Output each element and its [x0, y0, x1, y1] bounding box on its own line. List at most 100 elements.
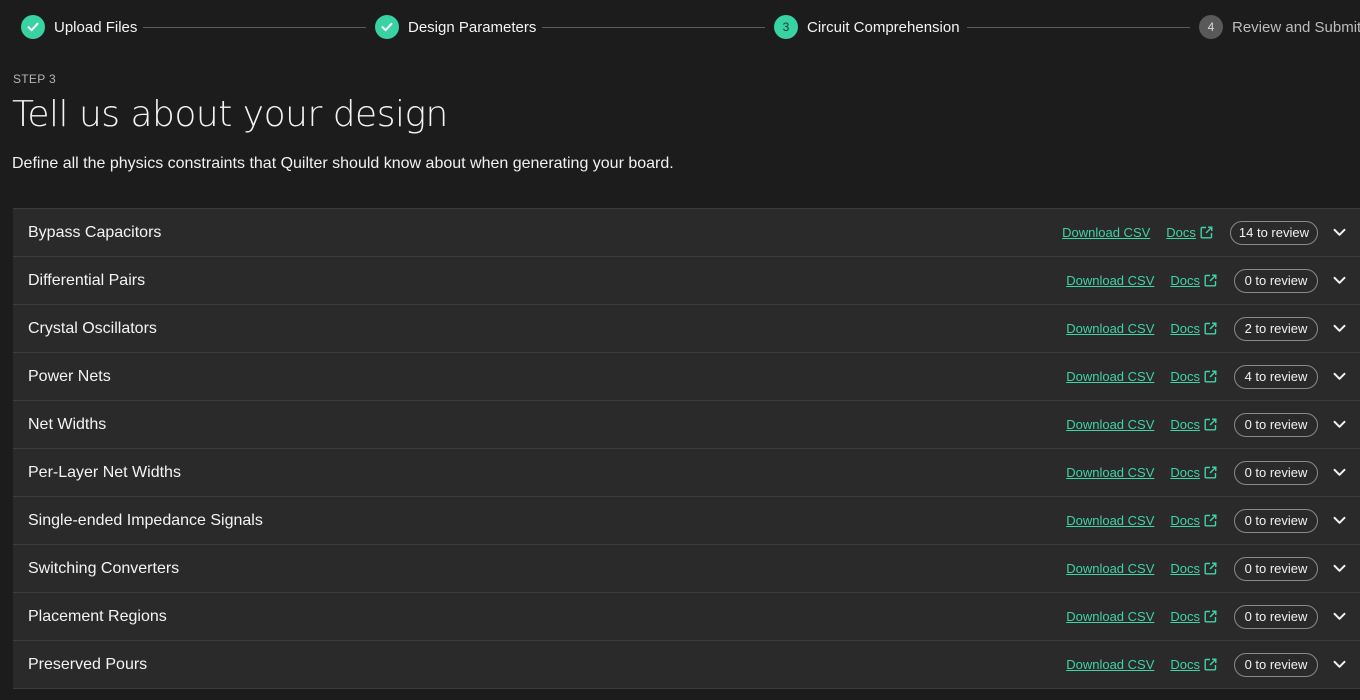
accordion-row[interactable]: Bypass Capacitors Download CSV Docs 14 t…: [13, 209, 1360, 257]
download-csv-link[interactable]: Download CSV: [1066, 561, 1154, 576]
docs-link[interactable]: Docs: [1170, 321, 1217, 336]
chevron-down-icon[interactable]: [1332, 418, 1346, 432]
row-actions: Download CSV Docs 0 to review: [1066, 545, 1346, 592]
step-design-parameters[interactable]: Design Parameters: [375, 14, 536, 40]
download-csv-link[interactable]: Download CSV: [1062, 225, 1150, 240]
accordion-row[interactable]: Single-ended Impedance Signals Download …: [13, 497, 1360, 545]
step-label: Upload Files: [54, 18, 138, 36]
chevron-down-icon[interactable]: [1332, 322, 1346, 336]
row-actions: Download CSV Docs 0 to review: [1066, 497, 1346, 544]
chevron-down-icon[interactable]: [1332, 658, 1346, 672]
docs-link[interactable]: Docs: [1170, 273, 1217, 288]
step-connector: [967, 27, 1190, 28]
review-count-badge: 2 to review: [1234, 316, 1318, 341]
external-link-icon: [1204, 418, 1217, 431]
chevron-down-icon[interactable]: [1332, 226, 1346, 240]
chevron-down-icon[interactable]: [1332, 562, 1346, 576]
review-count-badge: 0 to review: [1234, 460, 1318, 485]
download-csv-link[interactable]: Download CSV: [1066, 609, 1154, 624]
docs-link-label: Docs: [1170, 561, 1200, 576]
accordion-row[interactable]: Net Widths Download CSV Docs 0 to review: [13, 401, 1360, 449]
external-link-icon: [1204, 466, 1217, 479]
accordion-row-title: Differential Pairs: [28, 271, 146, 289]
download-csv-link[interactable]: Download CSV: [1066, 417, 1154, 432]
row-actions: Download CSV Docs 0 to review: [1066, 449, 1346, 496]
accordion-row[interactable]: Crystal Oscillators Download CSV Docs 2 …: [13, 305, 1360, 353]
row-actions: Download CSV Docs 2 to review: [1066, 305, 1346, 352]
step-label: Circuit Comprehension: [807, 18, 960, 36]
step-upload-files[interactable]: Upload Files: [21, 14, 137, 40]
page-title: Tell us about your design: [12, 94, 448, 135]
review-count-badge: 4 to review: [1234, 364, 1318, 389]
step-eyebrow: STEP 3: [13, 72, 56, 86]
accordion-row-title: Net Widths: [28, 415, 107, 433]
row-actions: Download CSV Docs 0 to review: [1066, 401, 1346, 448]
download-csv-link[interactable]: Download CSV: [1066, 657, 1154, 672]
row-actions: Download CSV Docs 4 to review: [1066, 353, 1346, 400]
row-actions: Download CSV Docs 14 to review: [1062, 209, 1346, 256]
docs-link-label: Docs: [1170, 609, 1200, 624]
accordion-row[interactable]: Placement Regions Download CSV Docs 0 to…: [13, 593, 1360, 641]
review-count-badge: 14 to review: [1229, 220, 1318, 245]
download-csv-link[interactable]: Download CSV: [1066, 369, 1154, 384]
step-review-and-submit[interactable]: 4 Review and Submit: [1199, 14, 1360, 40]
accordion-row[interactable]: Differential Pairs Download CSV Docs 0 t…: [13, 257, 1360, 305]
download-csv-link[interactable]: Download CSV: [1066, 465, 1154, 480]
accordion-row[interactable]: Per-Layer Net Widths Download CSV Docs 0…: [13, 449, 1360, 497]
external-link-icon: [1204, 562, 1217, 575]
docs-link-label: Docs: [1170, 657, 1200, 672]
external-link-icon: [1204, 322, 1217, 335]
docs-link[interactable]: Docs: [1170, 513, 1217, 528]
docs-link[interactable]: Docs: [1170, 561, 1217, 576]
chevron-down-icon[interactable]: [1332, 514, 1346, 528]
docs-link-label: Docs: [1170, 369, 1200, 384]
chevron-down-icon[interactable]: [1332, 466, 1346, 480]
chevron-down-icon[interactable]: [1332, 274, 1346, 288]
row-actions: Download CSV Docs 0 to review: [1066, 641, 1346, 688]
accordion-row-title: Crystal Oscillators: [28, 319, 157, 337]
download-csv-link[interactable]: Download CSV: [1066, 513, 1154, 528]
download-csv-link[interactable]: Download CSV: [1066, 273, 1154, 288]
docs-link[interactable]: Docs: [1170, 417, 1217, 432]
docs-link-label: Docs: [1170, 513, 1200, 528]
review-count-badge: 0 to review: [1234, 652, 1318, 677]
step-connector: [542, 27, 765, 28]
docs-link[interactable]: Docs: [1170, 657, 1217, 672]
review-count-badge: 0 to review: [1234, 508, 1318, 533]
step-circuit-comprehension[interactable]: 3 Circuit Comprehension: [774, 14, 960, 40]
check-icon: [375, 15, 399, 39]
external-link-icon: [1200, 226, 1213, 239]
step-number: 3: [774, 15, 798, 39]
review-count-badge: 0 to review: [1234, 604, 1318, 629]
accordion-row[interactable]: Power Nets Download CSV Docs 4 to review: [13, 353, 1360, 401]
constraint-accordion: Bypass Capacitors Download CSV Docs 14 t…: [13, 208, 1360, 689]
review-count-badge: 0 to review: [1234, 268, 1318, 293]
accordion-row-title: Single-ended Impedance Signals: [28, 511, 263, 529]
review-count-badge: 0 to review: [1234, 556, 1318, 581]
docs-link-label: Docs: [1170, 417, 1200, 432]
step-label: Review and Submit: [1232, 18, 1360, 36]
chevron-down-icon[interactable]: [1332, 610, 1346, 624]
download-csv-link[interactable]: Download CSV: [1066, 321, 1154, 336]
docs-link-label: Docs: [1170, 273, 1200, 288]
docs-link[interactable]: Docs: [1170, 609, 1217, 624]
external-link-icon: [1204, 658, 1217, 671]
docs-link[interactable]: Docs: [1166, 225, 1213, 240]
accordion-row-title: Per-Layer Net Widths: [28, 463, 181, 481]
check-icon: [21, 15, 45, 39]
external-link-icon: [1204, 370, 1217, 383]
docs-link[interactable]: Docs: [1170, 465, 1217, 480]
external-link-icon: [1204, 274, 1217, 287]
docs-link-label: Docs: [1170, 465, 1200, 480]
docs-link[interactable]: Docs: [1170, 369, 1217, 384]
accordion-row[interactable]: Preserved Pours Download CSV Docs 0 to r…: [13, 641, 1360, 689]
accordion-row-title: Bypass Capacitors: [28, 223, 162, 241]
accordion-row[interactable]: Switching Converters Download CSV Docs 0…: [13, 545, 1360, 593]
accordion-row-title: Switching Converters: [28, 559, 180, 577]
docs-link-label: Docs: [1166, 225, 1196, 240]
chevron-down-icon[interactable]: [1332, 370, 1346, 384]
row-actions: Download CSV Docs 0 to review: [1066, 593, 1346, 640]
review-count-badge: 0 to review: [1234, 412, 1318, 437]
page-subtitle: Define all the physics constraints that …: [12, 155, 674, 172]
accordion-row-title: Preserved Pours: [28, 655, 148, 673]
